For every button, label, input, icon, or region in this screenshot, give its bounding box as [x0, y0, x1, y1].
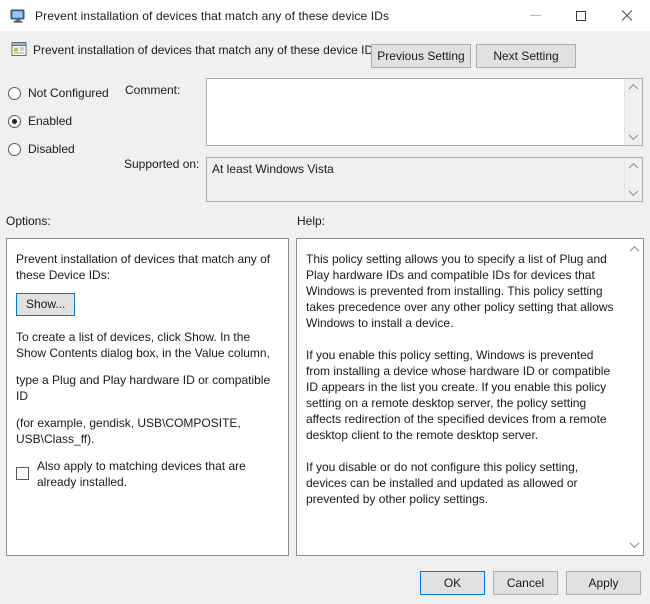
options-heading: Prevent installation of devices that mat…: [16, 252, 271, 282]
title-bar: Prevent installation of devices that mat…: [0, 0, 650, 31]
chevron-down-icon[interactable]: [625, 185, 642, 200]
group-policy-setting-dialog: Prevent installation of devices that mat…: [0, 0, 650, 604]
radio-label: Disabled: [28, 142, 75, 156]
computer-monitor-icon: [9, 7, 27, 25]
also-apply-checkbox-row[interactable]: Also apply to matching devices that are …: [16, 458, 278, 490]
radio-mark-icon: [8, 114, 21, 128]
help-section-label: Help:: [297, 214, 326, 228]
help-paragraph-2: If you enable this policy setting, Windo…: [306, 348, 611, 442]
cancel-button[interactable]: Cancel: [493, 571, 558, 595]
also-apply-checkbox-label: Also apply to matching devices that are …: [37, 459, 246, 489]
radio-disabled[interactable]: Disabled: [8, 138, 123, 160]
comment-input[interactable]: [207, 79, 624, 145]
close-icon[interactable]: [604, 0, 650, 31]
window-title: Prevent installation of devices that mat…: [35, 8, 390, 23]
options-panel: Prevent installation of devices that mat…: [6, 238, 289, 556]
supported-on-label: Supported on:: [124, 157, 200, 171]
help-panel: This policy setting allows you to specif…: [296, 238, 644, 556]
policy-state-radio-group: Not Configured Enabled Disabled: [8, 82, 123, 166]
chevron-up-icon[interactable]: [625, 80, 642, 95]
supported-on-field: At least Windows Vista: [206, 157, 643, 202]
radio-label: Not Configured: [28, 86, 109, 100]
comment-scrollbar[interactable]: [624, 79, 642, 145]
policy-setting-icon: [10, 40, 28, 58]
help-content: This policy setting allows you to specif…: [297, 239, 626, 555]
comment-field[interactable]: [206, 78, 643, 146]
supported-on-value: At least Windows Vista: [212, 162, 334, 176]
setting-title: Prevent installation of devices that mat…: [33, 43, 380, 57]
supported-on-scrollbar[interactable]: [624, 158, 642, 201]
checkbox-icon[interactable]: [16, 467, 29, 480]
chevron-down-icon[interactable]: [625, 129, 642, 144]
ok-button[interactable]: OK: [420, 571, 485, 595]
options-instruction-3: (for example, gendisk, USB\COMPOSITE, US…: [16, 416, 241, 446]
options-section-label: Options:: [6, 214, 51, 228]
previous-setting-button[interactable]: Previous Setting: [371, 44, 471, 68]
help-scrollbar[interactable]: [626, 239, 643, 555]
chevron-down-icon[interactable]: [626, 536, 643, 552]
apply-button[interactable]: Apply: [566, 571, 641, 595]
options-instruction-2: type a Plug and Play hardware ID or comp…: [16, 373, 271, 403]
radio-not-configured[interactable]: Not Configured: [8, 82, 123, 104]
comment-label: Comment:: [125, 83, 181, 97]
radio-label: Enabled: [28, 114, 73, 128]
chevron-up-icon[interactable]: [625, 159, 642, 174]
help-paragraph-1: This policy setting allows you to specif…: [306, 252, 614, 330]
show-button[interactable]: Show...: [16, 293, 76, 316]
minimize-icon[interactable]: [512, 0, 558, 31]
window-controls: [512, 0, 650, 31]
radio-enabled[interactable]: Enabled: [8, 110, 123, 132]
radio-mark-icon: [8, 86, 21, 100]
maximize-icon[interactable]: [558, 0, 604, 31]
options-content: Prevent installation of devices that mat…: [7, 239, 288, 555]
next-setting-button[interactable]: Next Setting: [476, 44, 576, 68]
chevron-up-icon[interactable]: [626, 241, 643, 257]
radio-mark-icon: [8, 142, 21, 156]
options-instruction-1: To create a list of devices, click Show.…: [16, 330, 270, 360]
help-paragraph-3: If you disable or do not configure this …: [306, 460, 579, 506]
